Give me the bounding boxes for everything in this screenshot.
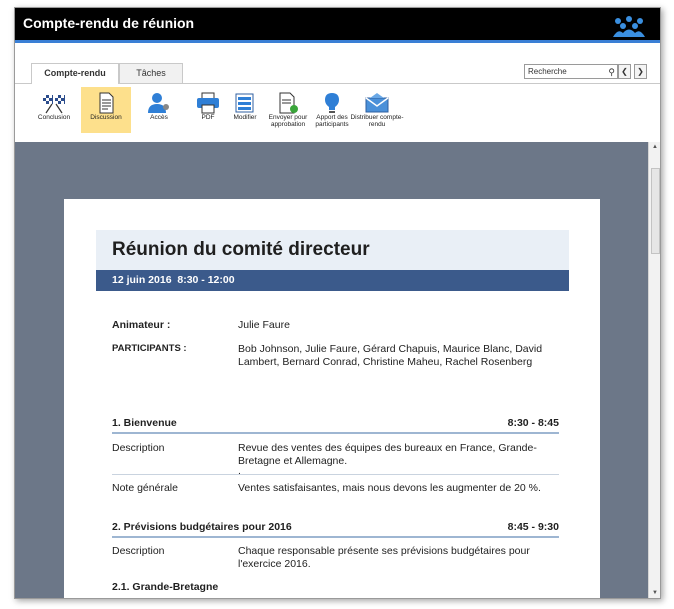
title-bar: Compte-rendu de réunion — [15, 8, 660, 43]
distribuer-button[interactable]: Distribuer compte-rendu — [350, 87, 404, 133]
acces-button[interactable]: Accès — [134, 87, 184, 133]
description-line-3: . — [238, 465, 241, 477]
meeting-date: 12 juin 2016 8:30 - 12:00 — [112, 274, 235, 286]
document-page: Réunion du comité directeur 12 juin 2016… — [64, 199, 600, 598]
discussion-button[interactable]: Discussion — [81, 87, 131, 133]
section-title: 1. Bienvenue — [112, 417, 177, 429]
scroll-up-icon[interactable]: ▲ — [649, 144, 660, 150]
participants-line-2: Lambert, Bernard Conrad, Christine Maheu… — [238, 356, 533, 368]
description-label: Description — [112, 545, 165, 557]
document-viewer[interactable]: Réunion du comité directeur 12 juin 2016… — [15, 142, 648, 598]
tab-bar: Compte-rendu Tâches Recherche ⚲ ❮ ❯ — [15, 43, 660, 84]
printer-icon — [197, 92, 219, 114]
tab-compte-rendu[interactable]: Compte-rendu — [31, 63, 119, 84]
scroll-down-icon[interactable]: ▼ — [649, 590, 660, 596]
participants-line-1: Bob Johnson, Julie Faure, Gérard Chapuis… — [238, 343, 543, 355]
user-key-icon — [148, 93, 169, 113]
search-input[interactable]: Recherche ⚲ — [524, 64, 618, 79]
section-time: 8:45 - 9:30 — [507, 521, 559, 533]
document-check-icon — [279, 92, 298, 114]
tab-taches[interactable]: Tâches — [119, 63, 183, 83]
envelope-icon — [365, 93, 389, 113]
subsection-header: 2.1. Grande-Bretagne — [112, 581, 559, 596]
description-label: Description — [112, 442, 165, 454]
document-title-band: Réunion du comité directeur — [96, 230, 569, 270]
date-bar: 12 juin 2016 8:30 - 12:00 — [96, 270, 569, 291]
lightbulb-icon — [325, 93, 339, 113]
search-placeholder: Recherche — [528, 67, 567, 76]
description-line-2: Bretagne et Allemagne. — [238, 455, 348, 467]
subsection-title: 2.1. Grande-Bretagne — [112, 581, 219, 593]
section-header: 2. Prévisions budgétaires pour 2016 8:45… — [112, 521, 559, 538]
window-title: Compte-rendu de réunion — [23, 15, 195, 31]
participants-label: PARTICIPANTS : — [112, 343, 187, 354]
document-title: Réunion du comité directeur — [112, 239, 370, 260]
description-line-1: Revue des ventes des équipes des bureaux… — [238, 442, 537, 454]
section-title: 2. Prévisions budgétaires pour 2016 — [112, 521, 292, 533]
note-label: Note générale — [112, 482, 178, 494]
description-line-1: Chaque responsable présente ses prévisio… — [238, 545, 530, 557]
ribbon-toolbar: Conclusion Discussion Accès PDF Modifier… — [15, 84, 660, 142]
description-line-2: l'exercice 2016. — [238, 558, 311, 570]
distribuer-label: Distribuer compte-rendu — [350, 114, 404, 128]
section-time: 8:30 - 8:45 — [507, 417, 559, 429]
section-header: 1. Bienvenue 8:30 - 8:45 — [112, 417, 559, 434]
animateur-label: Animateur : — [112, 319, 171, 331]
note-value: Ventes satisfaisantes, mais nous devons … — [238, 482, 541, 494]
app-window: Compte-rendu de réunion Compte-rendu Tâc… — [14, 7, 661, 599]
team-logo-icon — [613, 16, 645, 37]
row-divider — [112, 474, 559, 475]
conclusion-button[interactable]: Conclusion — [29, 87, 79, 133]
document-icon — [99, 92, 114, 114]
scroll-thumb[interactable] — [651, 168, 660, 254]
vertical-scrollbar[interactable]: ▲ ▼ — [648, 142, 660, 598]
animateur-value: Julie Faure — [238, 319, 290, 331]
checkered-flags-icon — [43, 95, 65, 114]
next-button[interactable]: ❯ — [634, 64, 647, 79]
search-icon[interactable]: ⚲ — [608, 66, 615, 79]
previous-button[interactable]: ❮ — [618, 64, 631, 79]
edit-document-icon — [235, 93, 254, 113]
